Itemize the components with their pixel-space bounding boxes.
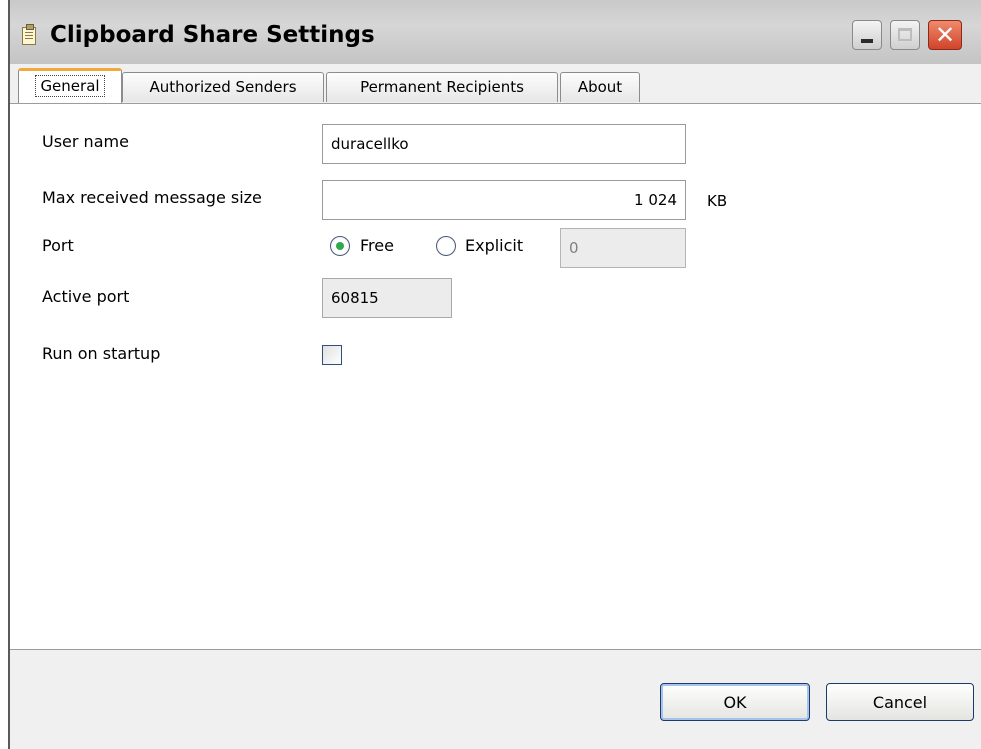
tab-permanent-recipients-label: Permanent Recipients (360, 78, 524, 96)
title-bar[interactable]: Clipboard Share Settings ✕ (10, 0, 981, 65)
settings-window: Clipboard Share Settings ✕ General Autho… (8, 0, 981, 749)
minimize-button[interactable] (852, 20, 882, 50)
tab-about[interactable]: About (560, 72, 640, 102)
dialog-footer: OK Cancel (10, 649, 981, 749)
window-title: Clipboard Share Settings (50, 22, 375, 48)
tab-authorized-senders[interactable]: Authorized Senders (122, 72, 324, 102)
run-on-startup-checkbox[interactable] (322, 345, 342, 365)
maximize-button[interactable] (890, 20, 920, 50)
maximize-icon (898, 28, 912, 41)
active-port-label: Active port (42, 287, 130, 306)
tab-general-label: General (35, 75, 105, 97)
tab-authorized-senders-label: Authorized Senders (149, 78, 297, 96)
ok-button[interactable]: OK (660, 683, 810, 721)
tab-general[interactable]: General (18, 68, 122, 104)
port-explicit-input (560, 228, 686, 268)
port-explicit-label[interactable]: Explicit (465, 236, 523, 255)
tab-permanent-recipients[interactable]: Permanent Recipients (326, 72, 558, 102)
port-label: Port (42, 236, 74, 255)
run-on-startup-label: Run on startup (42, 344, 161, 363)
user-name-input[interactable] (322, 124, 686, 164)
active-port-input (322, 278, 452, 318)
max-size-label: Max received message size (42, 188, 262, 207)
tab-strip: General Authorized Senders Permanent Rec… (10, 64, 981, 104)
minimize-icon (861, 39, 873, 43)
user-name-label: User name (42, 132, 129, 151)
close-button[interactable]: ✕ (928, 20, 962, 50)
port-free-label[interactable]: Free (360, 236, 394, 255)
max-size-input[interactable] (322, 180, 686, 220)
port-free-radio[interactable] (330, 236, 350, 256)
general-panel: User name Max received message size KB P… (10, 103, 981, 649)
cancel-button[interactable]: Cancel (826, 683, 974, 721)
clipboard-icon (22, 24, 36, 45)
port-explicit-radio[interactable] (436, 236, 456, 256)
max-size-unit: KB (707, 192, 728, 210)
close-icon: ✕ (934, 21, 956, 49)
tab-about-label: About (577, 78, 623, 96)
